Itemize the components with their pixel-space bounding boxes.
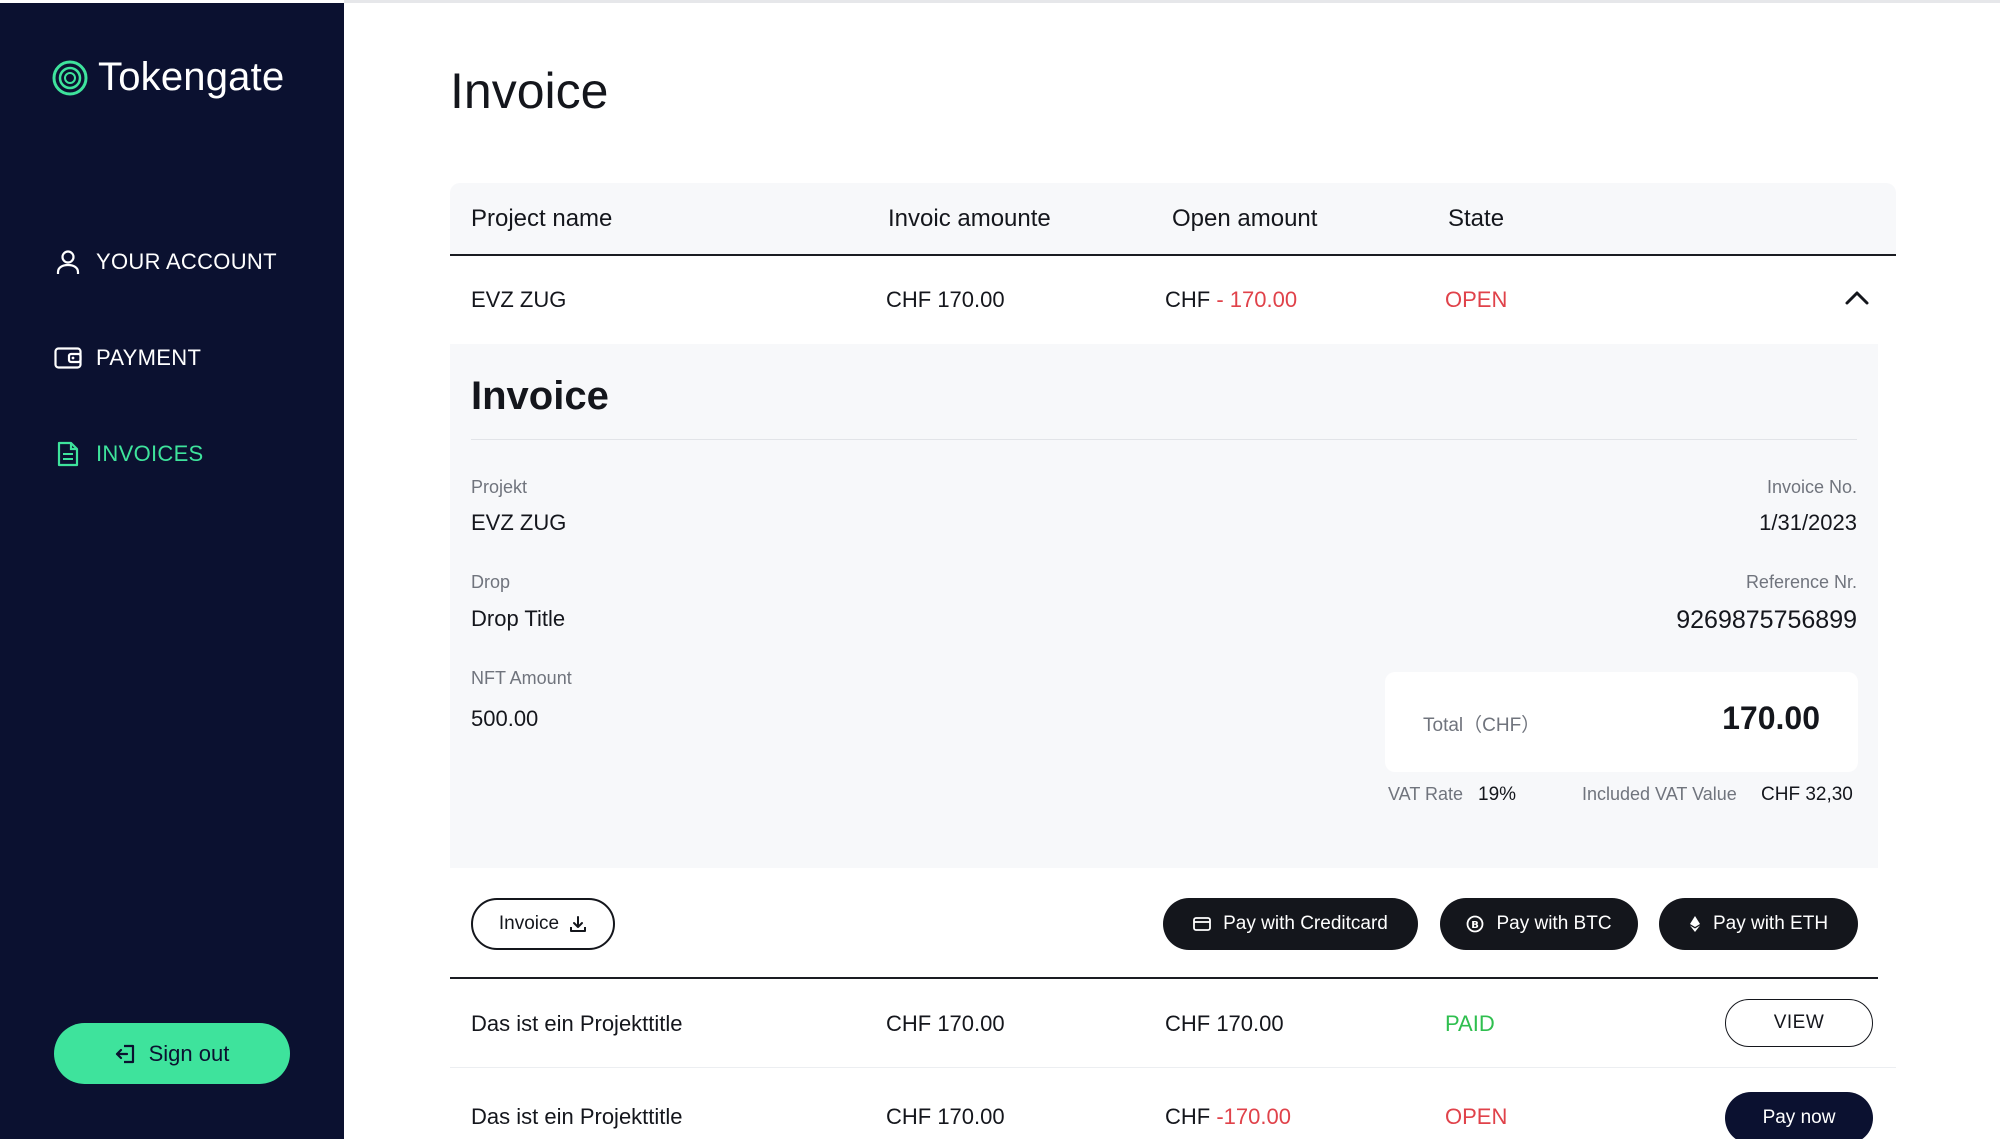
- vat-value-value: CHF 32,30: [1761, 784, 1853, 805]
- currency-label: CHF: [1165, 287, 1211, 312]
- document-icon: [54, 440, 82, 468]
- sidebar-item-payment[interactable]: PAYMENT: [54, 344, 201, 372]
- invoice-detail-panel: Invoice Projekt EVZ ZUG Drop Drop Title …: [450, 344, 1878, 868]
- pay-with-creditcard-label: Pay with Creditcard: [1223, 913, 1388, 934]
- invoice-amount-cell: CHF 170.00: [886, 1011, 1005, 1036]
- divider: [450, 977, 1878, 979]
- projekt-label: Projekt: [471, 477, 528, 497]
- column-header-project-name: Project name: [471, 205, 613, 232]
- sign-out-label: Sign out: [148, 1040, 230, 1066]
- sidebar-item-label: PAYMENT: [96, 345, 202, 370]
- vat-rate-label: VAT Rate: [1388, 784, 1464, 804]
- view-button-label: VIEW: [1773, 1012, 1825, 1033]
- open-amount-cell: CHF -170.00: [1165, 1104, 1291, 1130]
- open-amount-value: -170.00: [1216, 1104, 1291, 1129]
- wallet-icon: [54, 344, 82, 372]
- pay-now-label: Pay now: [1762, 1107, 1836, 1128]
- drop-value: Drop Title: [471, 606, 566, 631]
- total-box: Total（CHF） 170.00: [1385, 672, 1858, 772]
- project-name-cell: Das ist ein Projekttitle: [471, 1104, 683, 1129]
- total-label: Total（CHF）: [1423, 715, 1541, 736]
- sidebar-item-your-account[interactable]: YOUR ACCOUNT: [54, 248, 277, 276]
- column-header-state: State: [1448, 205, 1505, 232]
- user-icon: [54, 248, 82, 276]
- pay-with-creditcard-button[interactable]: Pay with Creditcard: [1163, 898, 1418, 950]
- download-icon: [570, 916, 587, 932]
- total-value: 170.00: [1722, 700, 1820, 736]
- credit-card-icon: [1193, 917, 1212, 931]
- pay-with-eth-label: Pay with ETH: [1712, 913, 1829, 934]
- brand-name: Tokengate: [98, 55, 285, 99]
- invoice-amount-cell: CHF 170.00: [886, 287, 1005, 312]
- sidebar-item-label: YOUR ACCOUNT: [96, 249, 277, 274]
- nft-amount-value: 500.00: [471, 706, 539, 731]
- pay-now-button[interactable]: Pay now: [1725, 1092, 1873, 1139]
- pay-with-eth-button[interactable]: Pay with ETH: [1659, 898, 1858, 950]
- open-amount-cell: CHF 170.00: [1165, 1011, 1284, 1036]
- state-badge: OPEN: [1445, 287, 1508, 312]
- invoice-download-button[interactable]: Invoice: [471, 898, 615, 950]
- invoice-no-value: 1/31/2023: [1759, 510, 1857, 535]
- invoice-detail-title: Invoice: [471, 374, 609, 418]
- sidebar-item-label: INVOICES: [96, 441, 204, 466]
- vat-rate-value: 19%: [1478, 784, 1517, 805]
- sidebar: Tokengate YOUR ACCOUNT PAYMENT INVOICES …: [0, 3, 344, 1139]
- nft-amount-label: NFT Amount: [471, 668, 572, 688]
- tokengate-logo-icon: [52, 60, 88, 95]
- chevron-up-icon[interactable]: [1844, 287, 1870, 309]
- vat-value-label: Included VAT Value: [1582, 784, 1737, 804]
- project-name-cell: Das ist ein Projekttitle: [471, 1011, 683, 1036]
- invoice-no-label: Invoice No.: [1766, 477, 1857, 497]
- sign-out-button[interactable]: Sign out: [54, 1023, 290, 1084]
- bitcoin-icon: B: [1467, 915, 1484, 933]
- svg-text:B: B: [1472, 920, 1480, 931]
- sign-out-icon: [115, 1044, 134, 1063]
- drop-label: Drop: [471, 572, 511, 592]
- open-amount-value: - 170.00: [1216, 287, 1298, 312]
- projekt-value: EVZ ZUG: [471, 510, 567, 535]
- project-name-cell: EVZ ZUG: [471, 287, 567, 312]
- divider: [450, 1067, 1896, 1068]
- state-badge: PAID: [1445, 1011, 1495, 1036]
- brand[interactable]: Tokengate: [52, 55, 284, 100]
- page-title: Invoice: [450, 63, 609, 119]
- sidebar-item-invoices[interactable]: INVOICES: [54, 440, 204, 468]
- reference-label: Reference Nr.: [1745, 572, 1857, 592]
- view-button[interactable]: VIEW: [1725, 999, 1873, 1047]
- pay-with-btc-button[interactable]: B Pay with BTC: [1440, 898, 1638, 950]
- invoice-amount-cell: CHF 170.00: [886, 1104, 1005, 1129]
- reference-value: 9269875756899: [1676, 606, 1857, 634]
- top-border: [344, 0, 2000, 3]
- column-header-invoice-amount: Invoic amounte: [888, 205, 1051, 232]
- state-badge: OPEN: [1445, 1104, 1508, 1129]
- invoice-download-label: Invoice: [498, 913, 560, 934]
- table-header: Project name Invoic amounte Open amount …: [450, 183, 1896, 256]
- column-header-open-amount: Open amount: [1172, 205, 1318, 232]
- divider: [471, 439, 1857, 440]
- open-amount-cell: CHF - 170.00: [1165, 287, 1297, 313]
- currency-label: CHF: [1165, 1104, 1211, 1129]
- pay-with-btc-label: Pay with BTC: [1496, 913, 1612, 934]
- ethereum-icon: [1689, 916, 1700, 932]
